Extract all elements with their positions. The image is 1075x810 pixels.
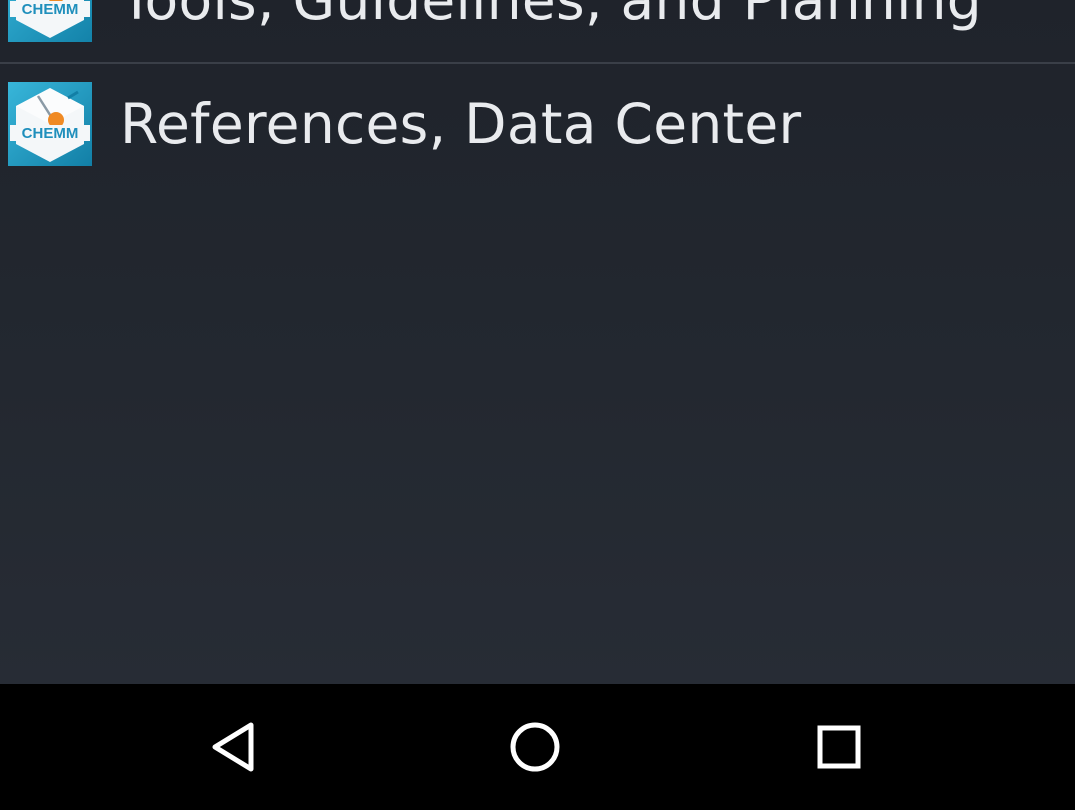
home-circle-icon: [510, 722, 560, 772]
list-item-label: References, Data Center: [120, 92, 802, 156]
screen: CHEMM Tools, Guidelines, and Planning CH…: [0, 0, 1075, 810]
system-navigation-bar: [0, 684, 1075, 810]
chemm-app-icon: CHEMM: [8, 0, 92, 42]
chemm-icon-text: CHEMM: [22, 125, 79, 142]
back-button[interactable]: [180, 700, 290, 794]
list-item-label: Tools, Guidelines, and Planning: [120, 0, 983, 32]
list-item-references-data-center[interactable]: CHEMM References, Data Center: [0, 62, 1075, 186]
chemm-icon-text: CHEMM: [22, 1, 79, 18]
chemm-app-icon: CHEMM: [8, 82, 92, 166]
list-item-tools-guidelines-planning[interactable]: CHEMM Tools, Guidelines, and Planning: [0, 0, 1075, 62]
recent-apps-square-icon: [817, 725, 861, 769]
app-content: CHEMM Tools, Guidelines, and Planning CH…: [0, 0, 1075, 684]
back-triangle-icon: [212, 722, 254, 772]
home-button[interactable]: [480, 700, 590, 794]
recent-apps-button[interactable]: [784, 700, 894, 794]
